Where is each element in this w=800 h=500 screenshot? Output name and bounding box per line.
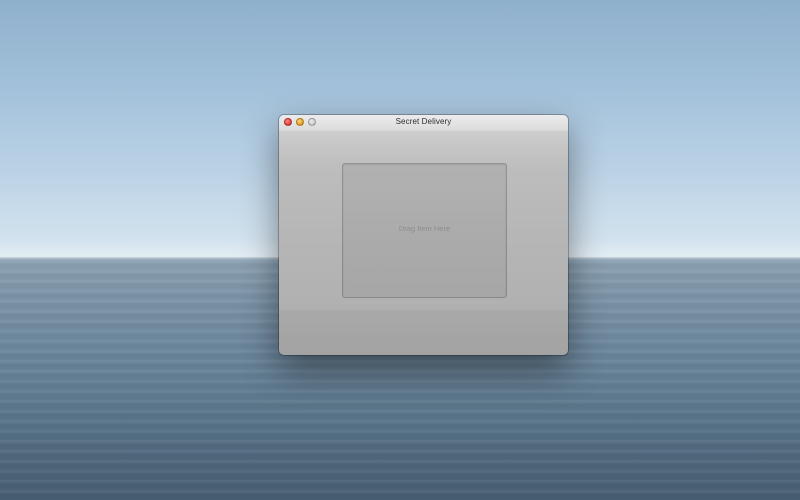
bottom-bar xyxy=(279,310,568,355)
drop-zone[interactable]: Drag Item Here xyxy=(342,163,507,298)
window-title: Secret Delivery xyxy=(395,117,452,126)
app-window: Secret Delivery Drag Item Here xyxy=(279,115,568,355)
drop-zone-label: Drag Item Here xyxy=(398,224,451,233)
window-content: Drag Item Here xyxy=(279,131,568,355)
desktop: Secret Delivery Drag Item Here xyxy=(0,0,800,500)
title-bar[interactable]: Secret Delivery xyxy=(279,115,568,131)
